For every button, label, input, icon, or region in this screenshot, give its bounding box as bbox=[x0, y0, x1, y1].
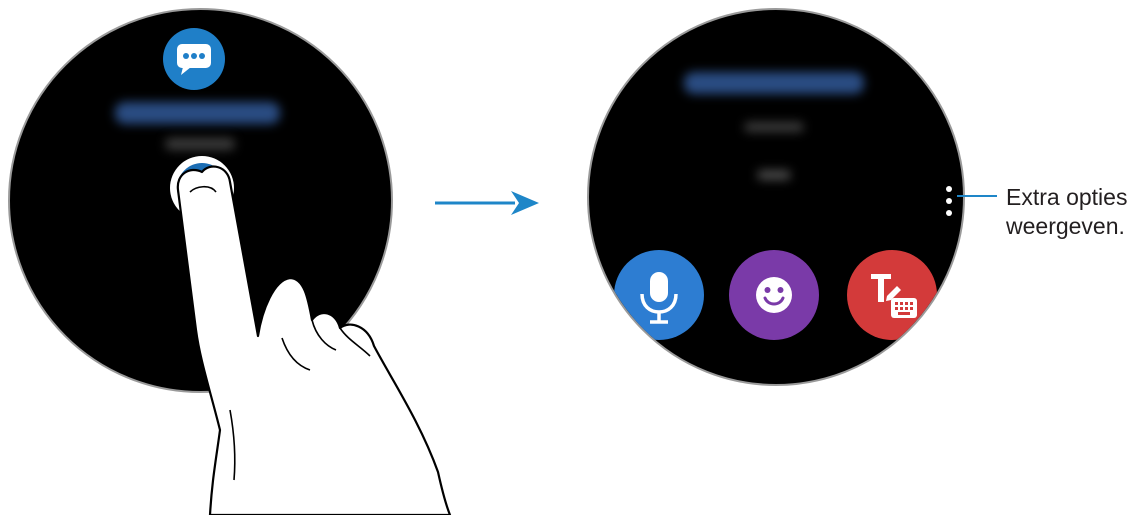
emoji-button[interactable] bbox=[729, 250, 819, 340]
text-keyboard-icon bbox=[871, 274, 917, 318]
flow-arrow-icon bbox=[435, 191, 539, 215]
blurred-sender-name bbox=[684, 72, 864, 94]
more-options-button[interactable] bbox=[944, 186, 954, 220]
blurred-message-subtitle bbox=[165, 138, 235, 150]
blurred-message-body bbox=[757, 170, 791, 180]
callout-label-line2: weergeven. bbox=[1006, 213, 1125, 239]
blurred-message-subtitle bbox=[744, 122, 804, 132]
chat-bubble-icon bbox=[177, 44, 211, 75]
smiley-icon bbox=[756, 277, 792, 313]
message-badge bbox=[163, 28, 225, 90]
callout-label-line1: Extra opties bbox=[1006, 184, 1128, 210]
blurred-sender-name bbox=[115, 102, 280, 124]
callout-line bbox=[957, 195, 997, 197]
keyboard-input-button[interactable] bbox=[847, 250, 937, 340]
watch-screen-right bbox=[587, 8, 965, 386]
callout-label: Extra opties weergeven. bbox=[1006, 183, 1127, 241]
microphone-icon bbox=[640, 272, 678, 324]
voice-input-button[interactable] bbox=[614, 250, 704, 340]
